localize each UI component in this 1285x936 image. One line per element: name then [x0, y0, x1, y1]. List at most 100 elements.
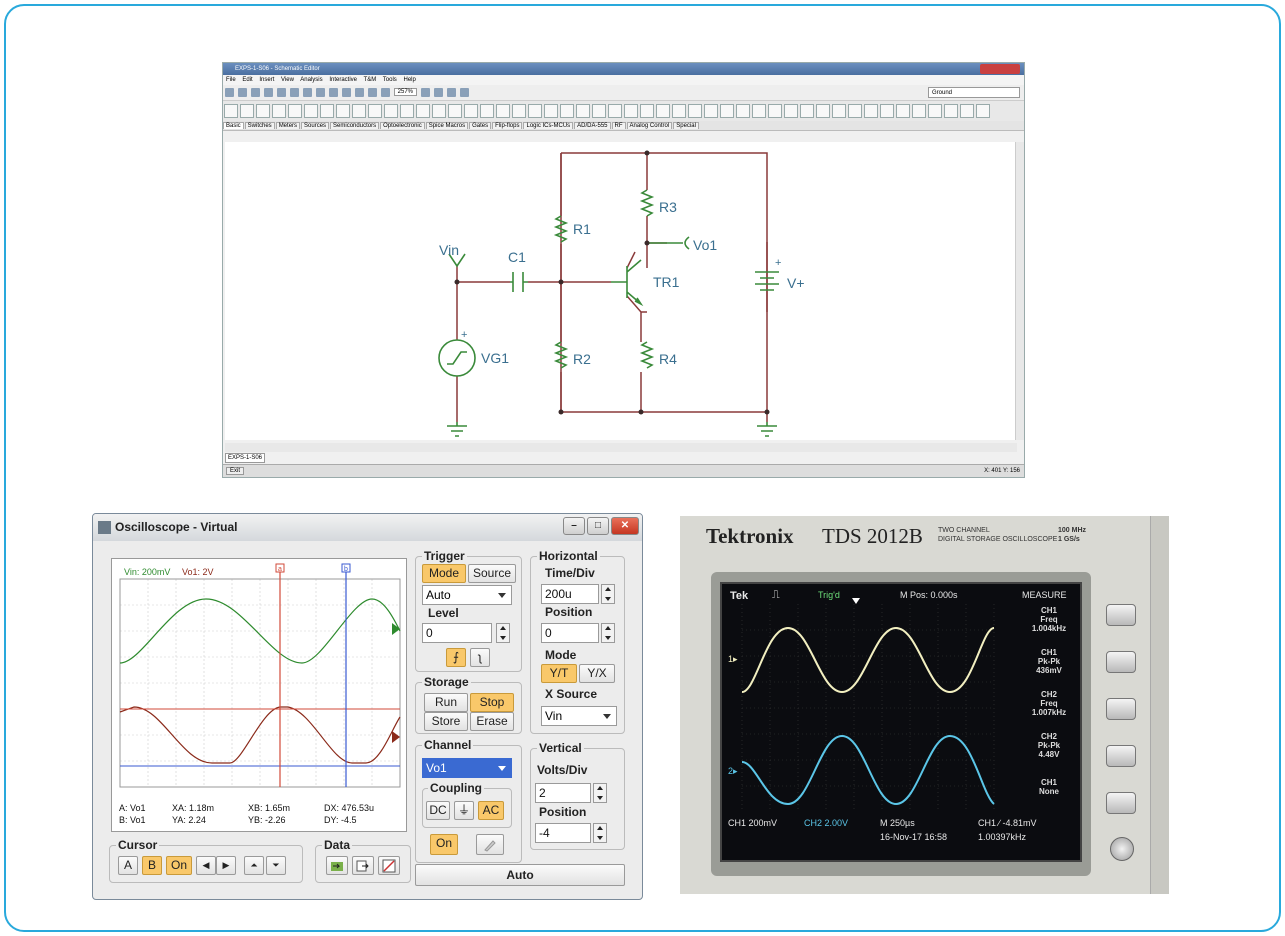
empty-slot-icon[interactable]: [848, 104, 862, 118]
empty-slot-icon[interactable]: [640, 104, 654, 118]
menu-analysis[interactable]: Analysis: [300, 77, 322, 83]
empty-slot-icon[interactable]: [496, 104, 510, 118]
schematic-canvas[interactable]: Vin C1 R1 R2 R3 R4 Vo1 TR1 V+ VG1 + +: [225, 142, 1017, 440]
maximize-button[interactable]: □: [587, 517, 609, 535]
source-component-icon[interactable]: [240, 104, 254, 118]
close-button[interactable]: ✕: [611, 517, 639, 535]
softkey-1[interactable]: [1106, 604, 1136, 626]
exit-button[interactable]: Exit: [226, 467, 245, 475]
gate-component-icon[interactable]: [416, 104, 430, 118]
tab-meters[interactable]: Meters: [275, 122, 301, 129]
softkey-3[interactable]: [1106, 698, 1136, 720]
pen-icon[interactable]: [476, 834, 504, 855]
time-div-input[interactable]: 200u: [541, 584, 599, 604]
empty-slot-icon[interactable]: [704, 104, 718, 118]
menu-edit[interactable]: Edit: [242, 77, 252, 83]
empty-slot-icon[interactable]: [528, 104, 542, 118]
analysis-icon[interactable]: [433, 88, 443, 97]
empty-slot-icon[interactable]: [656, 104, 670, 118]
empty-slot-icon[interactable]: [912, 104, 926, 118]
flipflop-component-icon[interactable]: [432, 104, 446, 118]
empty-slot-icon[interactable]: [624, 104, 638, 118]
trigger-level-spinner[interactable]: [496, 623, 510, 643]
menu-tools[interactable]: Tools: [383, 77, 397, 83]
battery-component-icon[interactable]: [352, 104, 366, 118]
menu-view[interactable]: View: [281, 77, 294, 83]
horizontal-position-spinner[interactable]: [601, 623, 615, 643]
save-icon[interactable]: [251, 88, 260, 97]
falling-edge-button[interactable]: ʅ: [470, 648, 490, 667]
volts-div-input[interactable]: 2: [535, 783, 591, 803]
capacitor-component-icon[interactable]: [272, 104, 286, 118]
rising-edge-button[interactable]: ⨍: [446, 648, 466, 667]
empty-slot-icon[interactable]: [752, 104, 766, 118]
vin-marker-icon[interactable]: [392, 623, 400, 635]
export-data-icon[interactable]: [352, 856, 374, 875]
x-source-select[interactable]: Vin: [541, 706, 617, 726]
print-icon[interactable]: [264, 88, 273, 97]
empty-slot-icon[interactable]: [560, 104, 574, 118]
trigger-mode-button[interactable]: Mode: [422, 564, 466, 583]
horizontal-position-input[interactable]: 0: [541, 623, 599, 643]
tab-optoelectronic[interactable]: Optoelectronic: [380, 122, 425, 129]
document-tab[interactable]: EXPS-1-S06: [225, 453, 266, 463]
volts-div-spinner[interactable]: [593, 783, 607, 803]
cursor-up-icon[interactable]: ⏶: [244, 856, 264, 875]
vertical-scrollbar[interactable]: [1015, 142, 1024, 440]
run-button[interactable]: Run: [424, 693, 468, 712]
empty-slot-icon[interactable]: [960, 104, 974, 118]
menu-insert[interactable]: Insert: [259, 77, 274, 83]
tab-semiconductors[interactable]: Semiconductors: [330, 122, 380, 129]
empty-slot-icon[interactable]: [784, 104, 798, 118]
menu-help[interactable]: Help: [403, 77, 415, 83]
component-select[interactable]: Ground: [928, 87, 1020, 98]
opamp-component-icon[interactable]: [400, 104, 414, 118]
tab-basic[interactable]: Basic: [223, 122, 244, 129]
cursor-a-button[interactable]: A: [118, 856, 138, 875]
window-buttons[interactable]: [980, 64, 1020, 74]
pen-icon[interactable]: [329, 88, 338, 97]
transistor-component-icon[interactable]: [320, 104, 334, 118]
auto-button[interactable]: Auto: [415, 864, 625, 886]
menu-interactive[interactable]: Interactive: [329, 77, 357, 83]
softkey-4[interactable]: [1106, 745, 1136, 767]
cursor-on-button[interactable]: On: [166, 856, 192, 875]
empty-slot-icon[interactable]: [944, 104, 958, 118]
softkey-5[interactable]: [1106, 792, 1136, 814]
load-data-icon[interactable]: [326, 856, 348, 875]
empty-slot-icon[interactable]: [832, 104, 846, 118]
tab-switches[interactable]: Switches: [244, 122, 275, 129]
tab-sources[interactable]: Sources: [301, 122, 330, 129]
empty-slot-icon[interactable]: [816, 104, 830, 118]
inductor-component-icon[interactable]: [288, 104, 302, 118]
misc-component-icon[interactable]: [480, 104, 494, 118]
tab-special[interactable]: Special: [673, 122, 699, 129]
diode-component-icon[interactable]: [304, 104, 318, 118]
paste-icon[interactable]: [290, 88, 299, 97]
probe-icon[interactable]: [420, 88, 430, 97]
resistor-component-icon[interactable]: [256, 104, 270, 118]
lamp-component-icon[interactable]: [384, 104, 398, 118]
minimize-button[interactable]: –: [563, 517, 585, 535]
pointer-icon[interactable]: [303, 88, 312, 97]
cursor-b-button[interactable]: B: [142, 856, 162, 875]
empty-slot-icon[interactable]: [800, 104, 814, 118]
cursor-down-icon[interactable]: ⏷: [266, 856, 286, 875]
cursor-left-icon[interactable]: ◀: [196, 856, 216, 875]
softkey-2[interactable]: [1106, 651, 1136, 673]
yx-mode-button[interactable]: Y/X: [579, 664, 615, 683]
dc-icon[interactable]: [446, 88, 456, 97]
search-icon[interactable]: [238, 88, 247, 97]
empty-slot-icon[interactable]: [976, 104, 990, 118]
empty-slot-icon[interactable]: [688, 104, 702, 118]
channel-select[interactable]: Vo1: [422, 758, 512, 778]
tab-gates[interactable]: Gates: [469, 122, 492, 129]
tab-flip-flops[interactable]: Flip-flops: [492, 122, 523, 129]
ic-component-icon[interactable]: [448, 104, 462, 118]
oscilloscope-screen[interactable]: a b Vin: 200mV Vo1: 2V A: Vo1 B: Vo1 XA:…: [111, 558, 407, 832]
ground-coupling-button[interactable]: ⏚: [454, 801, 474, 820]
trigger-level-input[interactable]: 0: [422, 623, 492, 643]
undo-icon[interactable]: [355, 88, 364, 97]
dc-coupling-button[interactable]: DC: [426, 801, 450, 820]
open-icon[interactable]: [225, 88, 234, 97]
